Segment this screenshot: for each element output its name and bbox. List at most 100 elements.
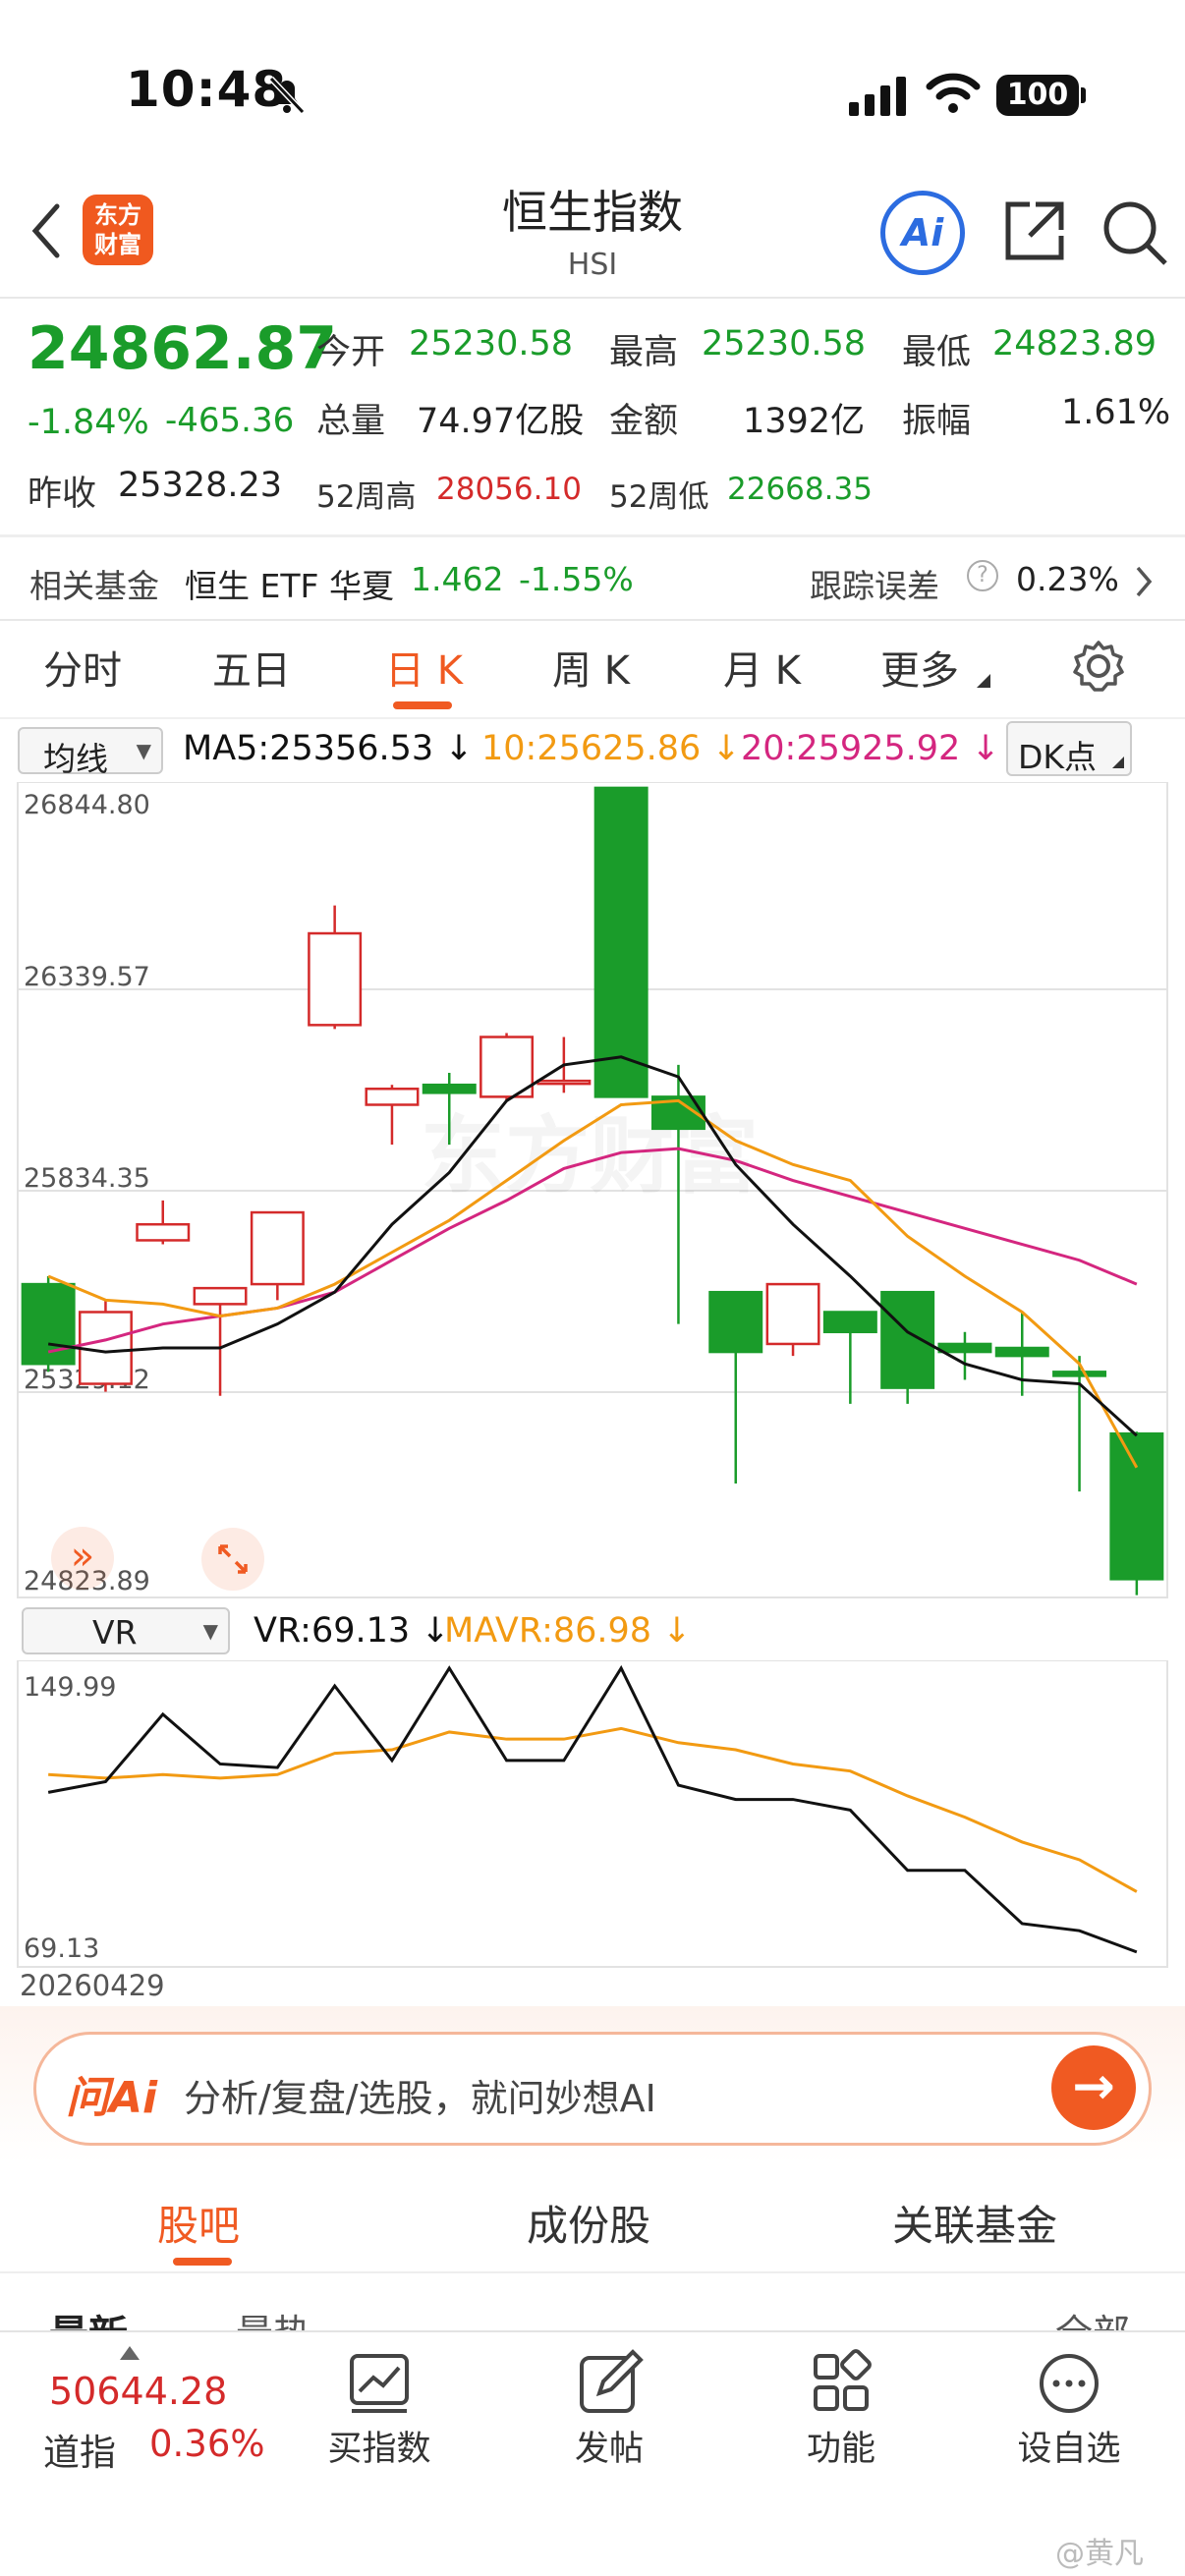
indicator-select[interactable]: VR ▼ (22, 1607, 230, 1654)
nav-buy-index-label: 买指数 (327, 2430, 431, 2469)
low-label: 最低 (902, 333, 972, 372)
nav-buy-index[interactable]: 买指数 (301, 2332, 458, 2529)
prev-close-value: 25328.23 (118, 466, 283, 505)
forum-tab-indicator (173, 2258, 232, 2266)
ma10-label: 10:25625.86 (481, 729, 702, 768)
nav-add-watchlist[interactable]: 设自选 (990, 2332, 1148, 2529)
fund-label: 相关基金 (29, 567, 159, 605)
expand-panel-icon[interactable]: » (51, 1527, 114, 1590)
ma20-value: 20:25925.92 ↓ (741, 729, 1000, 768)
tab-monthly-k[interactable]: 月 K (723, 639, 801, 696)
dropdown-triangle-icon: ▼ (136, 739, 151, 762)
nav-functions[interactable]: 功能 (762, 2332, 920, 2529)
volume-label: 总量 (316, 402, 386, 441)
tab-more[interactable]: 更多 (880, 639, 959, 696)
silent-bell-icon (268, 76, 306, 115)
dk-point-toggle[interactable]: DK点 (1006, 721, 1132, 776)
candle (708, 1290, 763, 1484)
mavr-label: MAVR:86.98 (444, 1611, 652, 1651)
amount-label: 金额 (609, 402, 679, 441)
more-dots-icon (1040, 2354, 1099, 2413)
change-value: -465.36 (165, 401, 295, 440)
wifi-icon (926, 73, 981, 113)
tab-daily-k[interactable]: 日 K (385, 639, 463, 696)
vr-y-ticks: 149.99 69.13 (24, 1672, 116, 1964)
share-icon[interactable] (1000, 196, 1069, 265)
week52-high-value: 28056.10 (436, 472, 582, 507)
mavr-value: MAVR:86.98 ↓ (444, 1611, 692, 1651)
vr-line (47, 1664, 1138, 1954)
candle (250, 1210, 305, 1301)
battery-indicator: 100 (996, 75, 1079, 116)
week52-low-value: 22668.35 (727, 472, 873, 507)
volume-value: 74.97亿股 (417, 402, 585, 441)
ai-question-input[interactable]: 问Ai 分析/复盘/选股，就问妙想AI (33, 2032, 1152, 2146)
tab-constituents[interactable]: 成份股 (527, 2193, 650, 2253)
candle (1109, 1431, 1164, 1596)
ticker-name[interactable]: 道指 (43, 2423, 116, 2476)
ma10-value: 10:25625.86 ↓ (481, 729, 741, 768)
ma5-label: MA5:25356.53 (183, 729, 434, 768)
related-fund-row[interactable]: 相关基金 恒生 ETF 华夏 1.462 -1.55% 跟踪误差 ? 0.23% (0, 540, 1185, 619)
tracking-error-value: 0.23% (1016, 560, 1119, 598)
current-price: 24862.87 (28, 314, 338, 383)
candle (21, 1275, 76, 1372)
chart-trend-icon (350, 2354, 409, 2413)
help-icon[interactable]: ? (967, 560, 998, 591)
ma-select-label: 均线 (43, 740, 108, 778)
y-tick-label: 25834.35 (24, 1163, 150, 1194)
bottom-navigation: 50644.28 道指 0.36% 买指数 发帖 功能 设自选 @黄凡 (0, 2330, 1185, 2576)
ma-select[interactable]: 均线 ▼ (18, 727, 163, 778)
high-label: 最高 (609, 333, 679, 372)
tab-stock-forum[interactable]: 股吧 (157, 2193, 240, 2253)
ai-send-button[interactable]: → (1051, 2045, 1136, 2130)
mavr-line (48, 1726, 1138, 1893)
dropdown-triangle-icon: ▼ (202, 1619, 218, 1643)
ai-button[interactable]: Ai (880, 191, 965, 275)
search-icon[interactable] (1100, 196, 1171, 267)
fund-price: 1.462 (411, 560, 504, 598)
y-tick-label: 26844.80 (24, 790, 150, 820)
dk-triangle-icon (1112, 756, 1124, 768)
user-watermark: @黄凡 (1055, 2537, 1144, 2571)
candle (593, 786, 649, 1098)
edit-icon (580, 2349, 644, 2413)
settings-gear-icon[interactable] (1071, 639, 1126, 694)
ticker-change[interactable]: 0.36% (149, 2423, 265, 2465)
fund-change: -1.55% (519, 560, 634, 598)
grid-apps-icon (814, 2349, 872, 2411)
candle (1052, 1356, 1107, 1492)
candle (937, 1331, 992, 1380)
candle (78, 1300, 133, 1392)
fullscreen-icon[interactable] (200, 1527, 265, 1592)
status-time: 10:48 (126, 61, 288, 118)
ai-placeholder: 分析/复盘/选股，就问妙想AI (184, 2077, 656, 2120)
nav-functions-label: 功能 (806, 2430, 875, 2469)
tab-five-day[interactable]: 五日 (212, 639, 291, 696)
cellular-signal-icon (849, 75, 908, 116)
nav-post-label: 发帖 (574, 2430, 644, 2469)
candle (365, 1085, 420, 1146)
ai-logo: 问Ai (66, 2073, 158, 2123)
tab-linked-funds[interactable]: 关联基金 (892, 2193, 1057, 2253)
ma20-label: 20:25925.92 (741, 729, 961, 768)
fund-name: 恒生 ETF 华夏 (185, 567, 394, 605)
chart-date-label: 20260429 (20, 1969, 165, 2002)
ma5-value: MA5:25356.53 ↓ (183, 729, 474, 768)
tab-weekly-k[interactable]: 周 K (552, 639, 630, 696)
ticker-price[interactable]: 50644.28 (49, 2370, 227, 2413)
nav-post[interactable]: 发帖 (531, 2332, 688, 2529)
dk-label: DK点 (1018, 738, 1098, 776)
candle (880, 1290, 935, 1404)
amount-value: 1392亿 (743, 402, 866, 441)
tab-intraday[interactable]: 分时 (43, 639, 122, 696)
battery-tip (1081, 87, 1086, 103)
vr-chart[interactable]: 149.99 69.13 (0, 1660, 1185, 1977)
amplitude-value: 1.61% (1061, 393, 1171, 432)
nav-add-watchlist-label: 设自选 (1017, 2430, 1121, 2469)
kline-chart[interactable]: 东方财富 26844.8026339.5725834.3525329.12248… (0, 782, 1185, 1601)
ticker-up-arrow-icon (120, 2346, 140, 2360)
candle (765, 1282, 820, 1357)
candle (994, 1312, 1049, 1396)
week52-low-label: 52周低 (609, 479, 709, 515)
